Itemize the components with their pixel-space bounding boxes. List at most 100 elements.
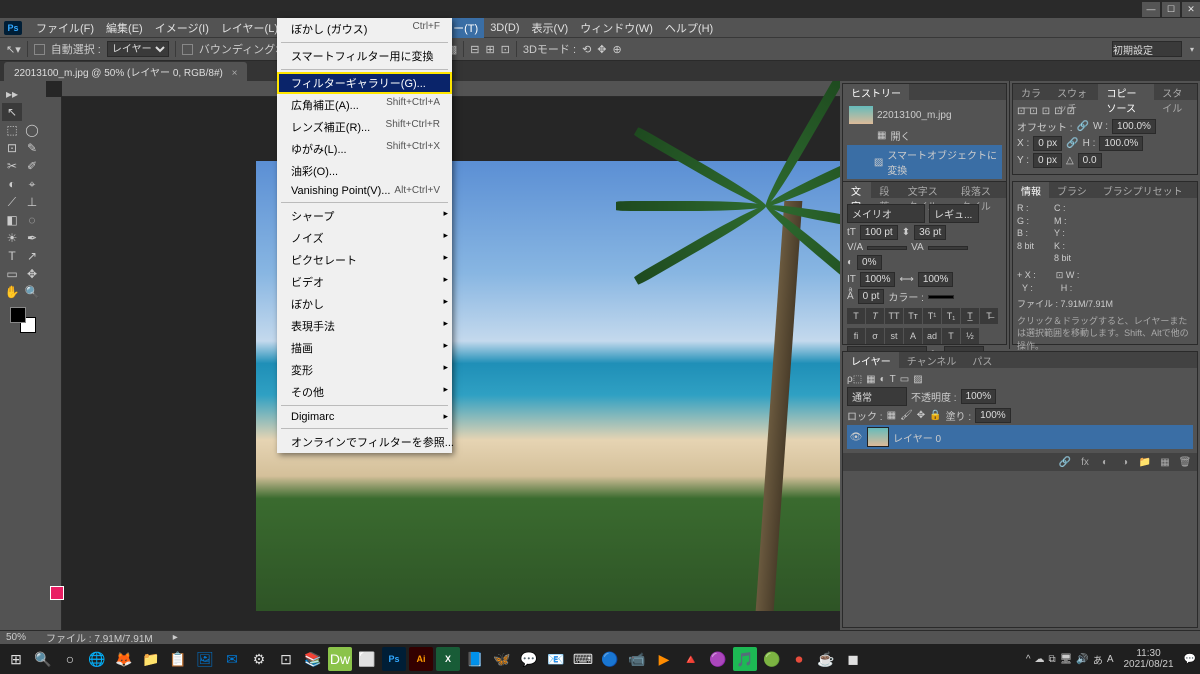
opacity-field[interactable]: 100% — [961, 389, 997, 404]
text-color-swatch[interactable] — [928, 295, 954, 299]
tracking-field[interactable] — [928, 246, 968, 250]
filter-video-submenu[interactable]: ビデオ — [277, 271, 452, 293]
settings-icon[interactable]: ⚙ — [247, 647, 271, 671]
h-field[interactable]: 100.0% — [1099, 136, 1143, 151]
status-menu-icon[interactable]: ▸ — [173, 632, 178, 643]
clone-src-icon[interactable]: ⊡ — [1042, 106, 1050, 117]
tab-paths[interactable]: パス — [964, 352, 1000, 368]
tool-shape[interactable]: ▭ — [2, 265, 22, 283]
caps-button[interactable]: TT — [885, 308, 903, 324]
ime-mode-icon[interactable]: A — [1107, 654, 1114, 665]
start-button[interactable]: ⊞ — [4, 647, 28, 671]
tsume-field[interactable]: 0% — [857, 255, 881, 270]
font-style-dropdown[interactable]: レギュ... — [929, 204, 979, 223]
tool-eyedropper[interactable]: ✂ — [2, 157, 22, 175]
app-icon[interactable]: ⊡ — [274, 647, 298, 671]
tool-pen[interactable]: ✒ — [22, 229, 42, 247]
bbox-checkbox[interactable] — [182, 44, 193, 55]
filter-gallery[interactable]: フィルターギャラリー(G)... — [277, 72, 452, 94]
menu-window[interactable]: ウィンドウ(W) — [574, 18, 659, 38]
tab-para-style[interactable]: 段落スタイル — [953, 182, 1006, 198]
tool-move[interactable]: ↖ — [2, 103, 22, 121]
filter-last[interactable]: ぼかし (ガウス)Ctrl+F — [277, 18, 452, 40]
filter-sharpen-submenu[interactable]: シャープ — [277, 205, 452, 227]
baseline-field[interactable]: 0 pt — [858, 289, 885, 304]
sub-button[interactable]: T₁ — [942, 308, 960, 324]
tray-cloud-icon[interactable]: ☁ — [1035, 654, 1045, 665]
fg-color-swatch[interactable] — [10, 307, 26, 323]
blend-mode-dropdown[interactable]: 通常 — [847, 387, 907, 406]
tab-brush-preset[interactable]: ブラシプリセット — [1095, 182, 1191, 198]
tab-toggle-icon[interactable]: ▸▸ — [2, 85, 22, 103]
app-icon[interactable]: ▶ — [652, 647, 676, 671]
tab-layers[interactable]: レイヤー — [843, 352, 899, 368]
clone-src-icon[interactable]: ⊡ — [1017, 106, 1025, 117]
illustrator-icon[interactable]: Ai — [409, 647, 433, 671]
bold-button[interactable]: T — [847, 308, 865, 324]
tab-history[interactable]: ヒストリー — [843, 84, 909, 100]
app-icon[interactable]: 🦋 — [490, 647, 514, 671]
lock-position-icon[interactable]: ✥ — [917, 410, 925, 421]
y-field[interactable]: 0 px — [1033, 153, 1062, 168]
tray-icon[interactable]: ⧉ — [1049, 654, 1056, 665]
angle-field[interactable]: 0.0 — [1078, 153, 1102, 168]
leading-field[interactable]: 36 pt — [914, 225, 946, 240]
tab-color[interactable]: カラー — [1013, 84, 1049, 100]
layer-row[interactable]: 👁 レイヤー 0 — [847, 425, 1193, 449]
filter-oil-paint[interactable]: 油彩(O)... — [277, 160, 452, 182]
super-button[interactable]: T¹ — [923, 308, 941, 324]
tool-history-brush[interactable]: ⟋ — [2, 193, 22, 211]
history-step[interactable]: ▦ 開く — [847, 126, 1002, 145]
mask-icon[interactable]: ◐ — [1097, 455, 1113, 469]
excel-icon[interactable]: X — [436, 647, 460, 671]
tab-paragraph[interactable]: 段落 — [871, 182, 899, 198]
filter-browse-online[interactable]: オンラインでフィルターを参照... — [277, 431, 452, 453]
tool-heal[interactable]: ✐ — [22, 157, 42, 175]
w-field[interactable]: 100.0% — [1112, 119, 1156, 134]
tab-character[interactable]: 文字 — [843, 182, 871, 198]
menu-image[interactable]: イメージ(I) — [149, 18, 215, 38]
tool-dodge[interactable]: ☀ — [2, 229, 22, 247]
filter-liquify[interactable]: ゆがみ(L)...Shift+Ctrl+X — [277, 138, 452, 160]
tool-blur[interactable]: ◌ — [22, 211, 42, 229]
maximize-button[interactable]: ☐ — [1162, 2, 1180, 17]
document-tab[interactable]: 22013100_m.jpg @ 50% (レイヤー 0, RGB/8#) × — [4, 62, 247, 81]
tool-gradient[interactable]: ◧ — [2, 211, 22, 229]
doc-size[interactable]: ファイル : 7.91M/7.91M — [46, 630, 153, 645]
layer-thumb[interactable] — [867, 427, 889, 447]
app-icon[interactable]: 📚 — [301, 647, 325, 671]
menu-layer[interactable]: レイヤー(L) — [215, 18, 284, 38]
distribute-btn[interactable]: ⊞ — [485, 43, 494, 56]
app-icon[interactable]: 📘 — [463, 647, 487, 671]
strike-button[interactable]: T̶ — [980, 308, 998, 324]
tool-brush[interactable]: ◐ — [2, 175, 22, 193]
menu-view[interactable]: 表示(V) — [526, 18, 575, 38]
filter-type-icon[interactable]: T — [890, 374, 896, 385]
filter-lens-correction[interactable]: レンズ補正(R)...Shift+Ctrl+R — [277, 116, 452, 138]
tab-copy-source[interactable]: コピーソース — [1098, 84, 1154, 100]
filter-kind-icon[interactable]: ρ⬚ — [847, 374, 862, 385]
filter-other-submenu[interactable]: その他 — [277, 381, 452, 403]
close-button[interactable]: ✕ — [1182, 2, 1200, 17]
dreamweaver-icon[interactable]: Dw — [328, 647, 352, 671]
zoom-level[interactable]: 50% — [6, 632, 26, 643]
auto-select-checkbox[interactable] — [34, 44, 45, 55]
distribute-btn[interactable]: ⊡ — [501, 43, 510, 56]
new-layer-icon[interactable]: ▦ — [1157, 455, 1173, 469]
liga-button[interactable]: fi — [847, 328, 865, 344]
visibility-icon[interactable]: 👁 — [849, 432, 863, 443]
minimize-button[interactable]: — — [1142, 2, 1160, 17]
group-icon[interactable]: 📁 — [1137, 455, 1153, 469]
filter-render-submenu[interactable]: 描画 — [277, 337, 452, 359]
fractions-button[interactable]: ½ — [961, 328, 979, 344]
layer-name[interactable]: レイヤー 0 — [893, 430, 941, 445]
hscale-field[interactable]: 100% — [918, 272, 954, 287]
tab-char-style[interactable]: 文字スタイル — [900, 182, 953, 198]
history-snapshot[interactable]: 22013100_m.jpg — [847, 104, 1002, 126]
notification-icon[interactable]: 💬 — [1184, 654, 1196, 665]
filter-vanishing-point[interactable]: Vanishing Point(V)...Alt+Ctrl+V — [277, 182, 452, 200]
filter-pixel-icon[interactable]: ▦ — [866, 374, 875, 385]
tool-hand[interactable]: ✋ — [2, 283, 22, 301]
app-icon[interactable]: ⌨ — [571, 647, 595, 671]
menu-edit[interactable]: 編集(E) — [100, 18, 149, 38]
